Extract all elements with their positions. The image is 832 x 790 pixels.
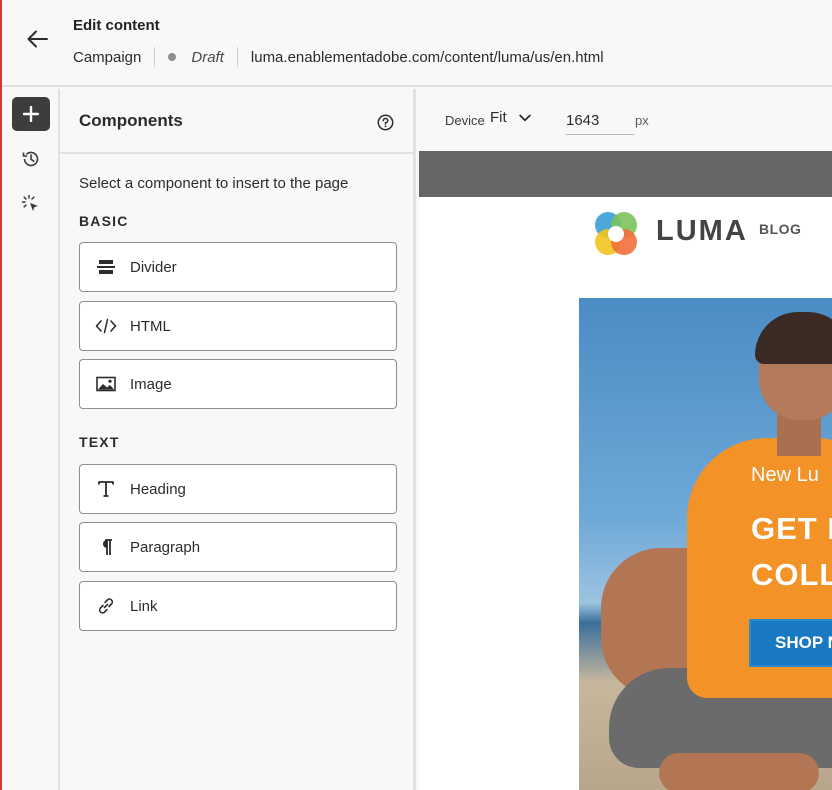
canvas-toolbar: Device Fit px [419, 89, 832, 151]
component-label: Heading [130, 480, 186, 498]
plus-icon [23, 106, 39, 122]
device-label: Device [445, 113, 485, 128]
divider-icon [91, 259, 121, 275]
component-heading[interactable]: Heading [79, 464, 397, 514]
component-label: Divider [130, 258, 177, 276]
section-label-text: TEXT [79, 434, 120, 450]
preview-top-bar [419, 151, 832, 197]
help-circle-icon [377, 114, 393, 130]
meta-divider [236, 47, 238, 67]
page-title: Edit content [73, 17, 160, 34]
component-label: Link [130, 597, 158, 615]
code-icon [91, 318, 121, 334]
component-link[interactable]: Link [79, 581, 397, 631]
select-cursor-icon [21, 194, 38, 211]
app-header: Edit content Campaign Draft luma.enablem… [2, 0, 832, 87]
rail-add-button[interactable] [12, 97, 50, 131]
width-unit: px [635, 113, 649, 128]
hero-title: GET I COLL [751, 506, 832, 598]
hero-banner[interactable]: New Lu GET I COLL SHOP N [579, 298, 832, 790]
chevron-down-icon [518, 114, 531, 122]
shop-now-button[interactable]: SHOP N [749, 619, 832, 667]
arrow-left-icon [27, 30, 48, 48]
component-divider[interactable]: Divider [79, 242, 397, 292]
hero-figure-foot [659, 753, 819, 790]
width-input[interactable] [566, 107, 634, 135]
header-meta: Campaign Draft luma.enablementadobe.com/… [73, 47, 604, 67]
luma-blog-label: BLOG [759, 221, 802, 237]
component-html[interactable]: HTML [79, 301, 397, 351]
link-icon [91, 596, 121, 616]
history-icon [22, 151, 39, 167]
paragraph-icon [91, 538, 121, 556]
rail-select-button[interactable] [12, 187, 50, 221]
hero-title-line: GET I [751, 511, 832, 546]
device-select[interactable]: Fit [490, 109, 531, 126]
panel-instructions: Select a component to insert to the page [79, 175, 349, 192]
panel-title: Components [79, 111, 183, 130]
components-panel: Components Select a component to insert … [60, 89, 416, 790]
component-label: Paragraph [130, 538, 201, 556]
meta-divider [154, 47, 156, 67]
component-image[interactable]: Image [79, 359, 397, 409]
component-label: HTML [130, 317, 171, 335]
luma-wordmark: LUMA [656, 215, 748, 247]
hero-title-line: COLL [751, 557, 832, 592]
page-preview[interactable]: LUMA BLOG New Lu GET I COLL SHOP N [419, 151, 832, 790]
page-url: luma.enablementadobe.com/content/luma/us… [250, 48, 604, 66]
left-rail [2, 89, 60, 790]
image-icon [91, 376, 121, 392]
component-paragraph[interactable]: Paragraph [79, 522, 397, 572]
heading-icon [91, 480, 121, 498]
status-dot-icon [168, 53, 177, 61]
status-badge: Draft [191, 48, 224, 66]
component-label: Image [130, 375, 172, 393]
back-button[interactable] [24, 26, 50, 52]
panel-header: Components [60, 89, 413, 154]
hero-kicker: New Lu [751, 464, 819, 486]
device-value: Fit [490, 109, 507, 126]
channel-label: Campaign [73, 48, 142, 66]
hero-figure-hair [755, 312, 832, 364]
luma-logo-icon [595, 212, 637, 255]
rail-history-button[interactable] [12, 142, 50, 176]
section-label-basic: BASIC [79, 213, 129, 229]
help-button[interactable] [376, 113, 394, 131]
